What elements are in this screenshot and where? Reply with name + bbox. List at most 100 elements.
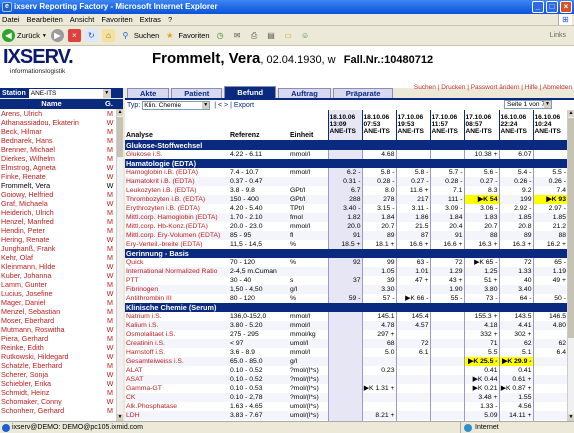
- date-column-header[interactable]: 16.10.06 22:24 ANE-ITS: [498, 110, 533, 141]
- result-value[interactable]: [327, 311, 362, 321]
- result-value[interactable]: 16.6 +: [395, 239, 430, 249]
- result-value[interactable]: [429, 329, 464, 339]
- result-value[interactable]: [327, 284, 362, 294]
- result-value[interactable]: 4.78: [361, 320, 396, 330]
- result-value[interactable]: 16.3 +: [463, 239, 499, 249]
- result-value[interactable]: 99: [361, 257, 396, 267]
- refresh-button[interactable]: ↻: [84, 28, 98, 44]
- top-links[interactable]: Suchen | Drucken | Passwort ändern | Hil…: [414, 84, 572, 91]
- result-value[interactable]: 8.3: [463, 185, 499, 195]
- patient-list-item[interactable]: Finke, Renate W: [0, 172, 116, 181]
- result-value[interactable]: [429, 356, 464, 366]
- result-value[interactable]: 1.84: [429, 212, 464, 222]
- result-value[interactable]: 16.2 +: [532, 239, 567, 249]
- result-value[interactable]: 1.25: [463, 266, 499, 276]
- menu-favoriten[interactable]: Favoriten: [101, 15, 132, 24]
- name-column-header[interactable]: Name: [0, 99, 103, 109]
- result-value[interactable]: ▶K 65 -: [463, 257, 499, 267]
- result-value[interactable]: 0.61 +: [498, 374, 533, 384]
- result-value[interactable]: 6.07: [498, 149, 533, 159]
- result-value[interactable]: 6.1: [395, 347, 430, 357]
- table-row[interactable]: Quick 70 - 120% 92 99 63 -72 ▶K 65 -72 65 -: [125, 257, 567, 267]
- result-value[interactable]: 145.1: [361, 311, 396, 321]
- result-value[interactable]: 2.92 -: [498, 203, 533, 213]
- result-value[interactable]: 3.48 +: [463, 392, 499, 402]
- result-value[interactable]: ▶K 25.5 -: [463, 356, 499, 366]
- result-value[interactable]: 1.90: [429, 284, 464, 294]
- result-value[interactable]: 155.3 +: [463, 311, 499, 321]
- result-value[interactable]: 1.83: [463, 212, 499, 222]
- result-value[interactable]: 89: [361, 230, 396, 240]
- result-value[interactable]: [395, 284, 430, 294]
- result-value[interactable]: 47 +: [395, 275, 430, 285]
- table-row[interactable]: Ery-Verteil.-breite (EDTA) 11,5 - 14,5% 18…: [125, 239, 567, 249]
- result-value[interactable]: 20.4: [429, 221, 464, 231]
- result-value[interactable]: ▶K 0.44: [463, 374, 499, 384]
- result-value[interactable]: 302 +: [498, 329, 533, 339]
- result-value[interactable]: [327, 320, 362, 330]
- result-value[interactable]: ▶K 0.21: [463, 383, 499, 393]
- result-value[interactable]: [532, 365, 567, 375]
- result-value[interactable]: [361, 356, 396, 366]
- result-value[interactable]: 91: [429, 230, 464, 240]
- result-value[interactable]: 4.56: [498, 401, 533, 411]
- home-button[interactable]: ⌂: [101, 28, 115, 44]
- result-value[interactable]: 20.7: [361, 221, 396, 231]
- result-value[interactable]: [327, 401, 362, 411]
- table-row[interactable]: Fibrinogen 1,50 - 4,50 g/l 3.30 1.90 3.80 3.40: [125, 284, 567, 294]
- patient-list-item[interactable]: Elmstrog, Agneta W: [0, 163, 116, 172]
- result-value[interactable]: 1.84: [361, 212, 396, 222]
- result-value[interactable]: 16.3 +: [498, 239, 533, 249]
- result-value[interactable]: [395, 383, 430, 393]
- table-row[interactable]: ALAT 0.10 - 0.52 ?mol/(l*s) 0.23 0.41 0.41: [125, 365, 567, 375]
- result-value[interactable]: [532, 392, 567, 402]
- patient-list-item[interactable]: Kehr, Olaf M: [0, 253, 116, 262]
- result-value[interactable]: 3.11 -: [395, 203, 430, 213]
- result-value[interactable]: 1.05: [361, 266, 396, 276]
- result-value[interactable]: 20.8: [498, 221, 533, 231]
- result-value[interactable]: 40: [498, 275, 533, 285]
- patient-list-item[interactable]: Lucius, Josefine W: [0, 289, 116, 298]
- result-value[interactable]: 5.4 -: [498, 167, 533, 177]
- result-value[interactable]: 16.6 +: [429, 239, 464, 249]
- patient-list-item[interactable]: Graf, Michaela W: [0, 199, 116, 208]
- result-value[interactable]: 0.26 -: [532, 176, 567, 186]
- result-value[interactable]: [532, 401, 567, 411]
- result-value[interactable]: [395, 401, 430, 411]
- table-row[interactable]: ASAT 0.10 - 0.52 ?mol/(l*s) ▶K 0.44 0.61 +: [125, 374, 567, 384]
- patient-list-item[interactable]: Mager, Daniel M: [0, 298, 116, 307]
- result-value[interactable]: ▶K 66 -: [395, 293, 430, 303]
- patient-list-item[interactable]: Piera, Gerhard M: [0, 334, 116, 343]
- result-value[interactable]: [429, 311, 464, 321]
- result-value[interactable]: 72: [498, 257, 533, 267]
- date-column-header[interactable]: 18.10.06 13:09 ANE-ITS: [327, 110, 362, 141]
- result-value[interactable]: 63 -: [395, 257, 430, 267]
- result-value[interactable]: 21.2: [532, 221, 567, 231]
- result-value[interactable]: 0.23: [361, 365, 396, 375]
- patient-list-item[interactable]: Kuber, Johanna W: [0, 271, 116, 280]
- result-value[interactable]: [327, 383, 362, 393]
- result-value[interactable]: 71: [463, 338, 499, 348]
- menu-help[interactable]: ?: [168, 15, 172, 24]
- patient-list-item[interactable]: Henzel, Manfred M: [0, 217, 116, 226]
- result-value[interactable]: 3.15 -: [361, 203, 396, 213]
- table-row[interactable]: Hamoglobin i.B. (EDTA) 7.4 - 10.7 mmol/l 6.…: [125, 167, 567, 177]
- menu-ansicht[interactable]: Ansicht: [70, 15, 95, 24]
- result-value[interactable]: 1.86: [395, 212, 430, 222]
- result-value[interactable]: 88: [463, 230, 499, 240]
- table-row[interactable]: Harnstoff i.S. 3.6 - 8.9 mmol/l 5.0 6.1 5.5 5.…: [125, 347, 567, 357]
- page-navigation[interactable]: | < > | Export: [214, 102, 254, 109]
- result-value[interactable]: [532, 284, 567, 294]
- result-value[interactable]: 8.21 +: [361, 410, 396, 420]
- result-value[interactable]: 91: [327, 230, 362, 240]
- result-value[interactable]: 4.57: [395, 320, 430, 330]
- result-value[interactable]: [395, 329, 430, 339]
- result-value[interactable]: 39: [361, 275, 396, 285]
- result-value[interactable]: 50 -: [532, 293, 567, 303]
- table-row[interactable]: Gesamteiweiss i.S. 65.0 - 85.0 g/l ▶K 25.5 …: [125, 356, 567, 366]
- patient-list-item[interactable]: Arens, Ulrich M: [0, 109, 116, 118]
- result-value[interactable]: 5.09: [463, 410, 499, 420]
- close-button[interactable]: ×: [560, 1, 572, 13]
- result-value[interactable]: [532, 356, 567, 366]
- result-value[interactable]: 5.8 -: [361, 167, 396, 177]
